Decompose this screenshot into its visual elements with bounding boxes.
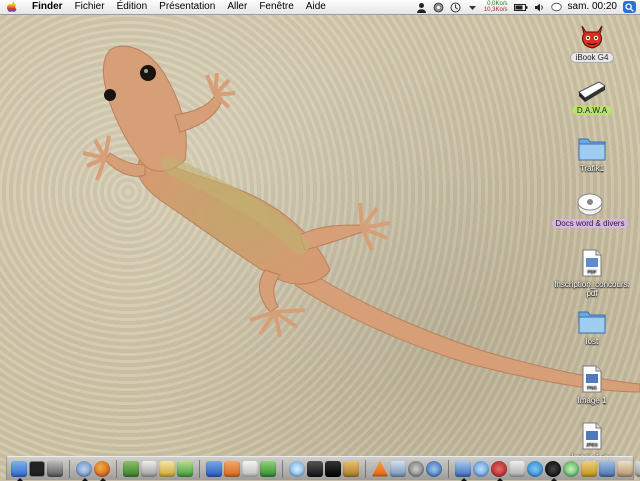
desktop-item-label-ext: pdf xyxy=(586,289,598,298)
desktop-item-label: D.A.W.A xyxy=(571,106,613,115)
sync-icon[interactable] xyxy=(509,460,525,477)
dvd-icon[interactable] xyxy=(325,460,341,477)
trash-icon[interactable] xyxy=(635,460,640,477)
excel-icon[interactable] xyxy=(260,460,276,477)
skype-icon[interactable] xyxy=(527,460,543,477)
svg-text:PNG: PNG xyxy=(587,385,597,390)
user-icon[interactable] xyxy=(416,2,427,13)
word-icon[interactable] xyxy=(206,460,222,477)
apple-menu-icon[interactable] xyxy=(6,1,18,13)
chess-icon[interactable] xyxy=(581,460,597,477)
address-icon[interactable] xyxy=(617,460,633,477)
ichat-status-icon[interactable] xyxy=(550,2,562,13)
menu-aller[interactable]: Aller xyxy=(221,0,253,14)
dock-separator xyxy=(365,459,366,478)
imovie-icon[interactable] xyxy=(307,460,323,477)
terminal-icon[interactable] xyxy=(29,460,45,477)
hard-drive-devil-icon xyxy=(581,25,603,49)
font-icon[interactable] xyxy=(159,460,175,477)
gear-icon[interactable] xyxy=(408,460,424,477)
dock-separator xyxy=(69,459,70,478)
desktop-item-trafik1[interactable]: Trafik1 xyxy=(547,134,637,173)
gecko-wallpaper-image xyxy=(82,45,640,393)
dock xyxy=(6,456,640,481)
printer-icon[interactable] xyxy=(141,460,157,477)
safari-icon[interactable] xyxy=(563,460,579,477)
folder-icon xyxy=(578,138,606,161)
camino-icon[interactable] xyxy=(545,460,561,481)
removable-drive-icon xyxy=(578,81,606,102)
menu-aide[interactable]: Aide xyxy=(300,0,332,14)
desktop-item-label: iBook G4 xyxy=(569,52,615,63)
dock-separator xyxy=(448,459,449,478)
menu-presentation[interactable]: Présentation xyxy=(153,0,221,14)
folder-icon xyxy=(578,311,606,334)
spotlight-button[interactable] xyxy=(623,1,636,13)
battery-icon[interactable] xyxy=(513,2,528,13)
disk-image-icon xyxy=(577,193,603,216)
search-icon xyxy=(625,2,634,12)
net-download-rate: 10,3Ko/s xyxy=(483,7,508,13)
chevron-down-icon[interactable] xyxy=(467,2,478,13)
garageband-icon[interactable] xyxy=(343,460,359,477)
menu-finder[interactable]: Finder xyxy=(28,0,69,14)
desktop-item-label: Inscription_concours. xyxy=(554,280,630,289)
itunes-icon[interactable] xyxy=(289,460,305,477)
svg-text:PDF: PDF xyxy=(588,269,597,274)
desktop-item-label: Trafik1 xyxy=(579,164,605,173)
pdf-file-icon: PDF xyxy=(582,249,602,277)
menu-edition[interactable]: Édition xyxy=(111,0,154,14)
desktop-item-ibook[interactable]: iBook G4 xyxy=(547,20,637,63)
desktop-item-dawa[interactable]: D.A.W.A xyxy=(547,78,637,115)
acrobat-icon[interactable] xyxy=(242,460,258,477)
dock-separator xyxy=(199,459,200,478)
apps-folder-icon[interactable] xyxy=(123,460,139,477)
menu-fenetre[interactable]: Fenêtre xyxy=(253,0,299,14)
quicktime-icon[interactable] xyxy=(426,460,442,477)
preview-icon[interactable] xyxy=(455,460,471,481)
dock-separator xyxy=(282,459,283,478)
adium-icon[interactable] xyxy=(491,460,507,481)
desktop-item-image1[interactable]: PNG Image 1 xyxy=(547,364,637,405)
time-machine-icon[interactable] xyxy=(450,2,461,13)
dock-separator xyxy=(116,459,117,478)
desktop-item-label: Docs word & divers xyxy=(551,219,629,228)
iphoto-icon[interactable] xyxy=(599,460,615,477)
desktop-item-label: Image 1 xyxy=(577,396,607,405)
powerpoint-icon[interactable] xyxy=(224,460,240,477)
desktop-item-docs-word[interactable]: Docs word & divers xyxy=(545,191,635,228)
vlc-icon[interactable] xyxy=(372,460,388,477)
network-speed-monitor: 0,0Ko/s 10,3Ko/s xyxy=(484,1,508,13)
ichat-icon[interactable] xyxy=(473,460,489,477)
system-preferences-icon[interactable] xyxy=(76,460,92,481)
svg-text:JPEG: JPEG xyxy=(586,442,598,447)
mail-icon[interactable] xyxy=(177,460,193,477)
sync-status-icon[interactable] xyxy=(433,2,444,13)
network-icon[interactable] xyxy=(390,460,406,477)
desktop-item-label: lost xyxy=(585,337,599,346)
finder-icon[interactable] xyxy=(11,460,27,481)
desktop-item-lost[interactable]: lost xyxy=(547,307,637,346)
firefox-icon[interactable] xyxy=(94,460,110,481)
jpeg-file-icon: JPEG xyxy=(582,422,602,450)
menu-bar: Finder Fichier Édition Présentation Alle… xyxy=(0,0,640,15)
menu-clock[interactable]: sam. 00:20 xyxy=(568,0,617,14)
screen-icon[interactable] xyxy=(47,460,63,477)
volume-icon[interactable] xyxy=(534,2,545,13)
menu-fichier[interactable]: Fichier xyxy=(69,0,111,14)
png-file-icon: PNG xyxy=(582,365,602,393)
desktop-item-inscription-pdf[interactable]: PDF Inscription_concours. pdf xyxy=(547,248,637,298)
